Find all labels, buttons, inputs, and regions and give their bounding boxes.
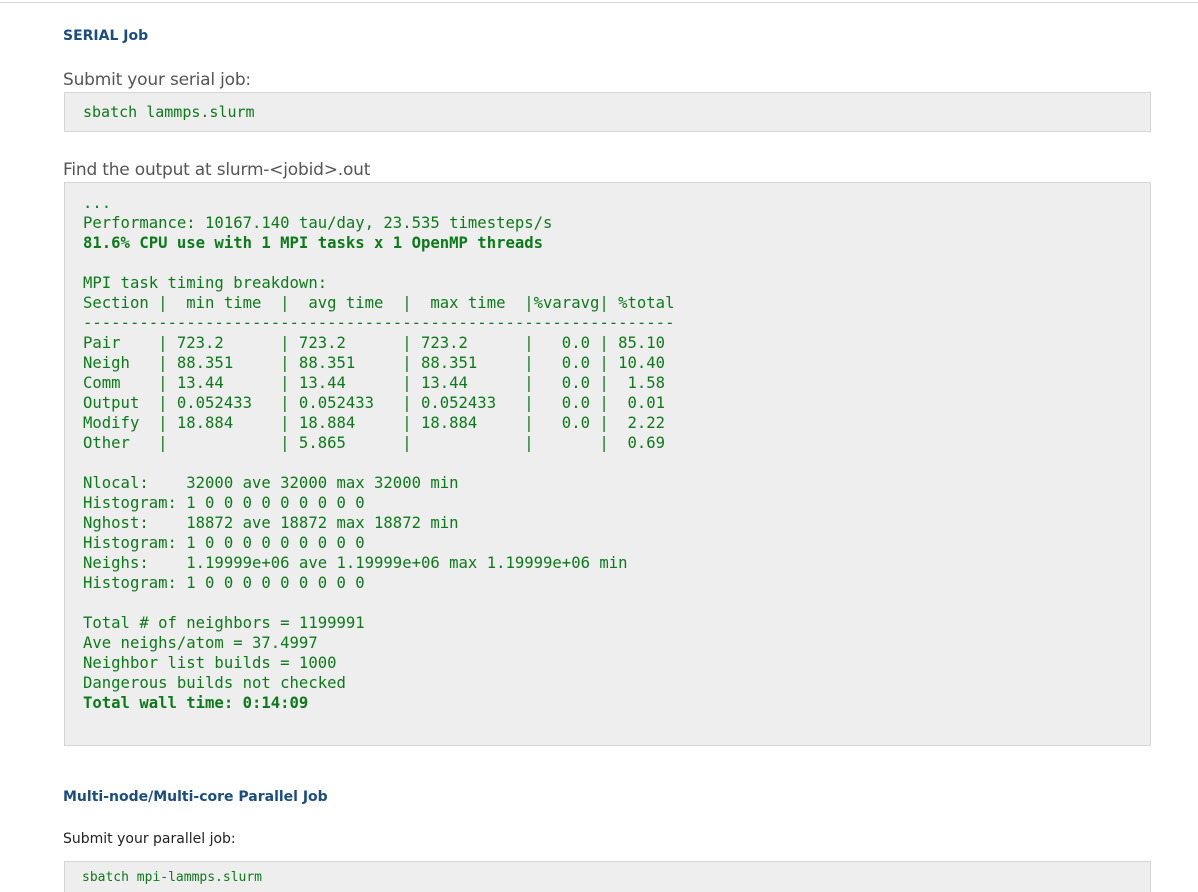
output-line: Ave neighs/atom = 37.4997 (83, 634, 318, 652)
output-line: Pair | 723.2 | 723.2 | 723.2 | 0.0 | 85.… (83, 334, 666, 352)
output-line: Histogram: 1 0 0 0 0 0 0 0 0 0 (83, 494, 365, 512)
parallel-submit-text: Submit your parallel job: (63, 831, 236, 847)
output-line: Section | min time | avg time | max time… (83, 294, 675, 312)
serial-submit-text: Submit your serial job: (63, 70, 251, 90)
output-line: Neighs: 1.19999e+06 ave 1.19999e+06 max … (83, 554, 628, 572)
output-line: Other | | 5.865 | | | 0.69 (83, 434, 666, 452)
output-line: ... (83, 194, 112, 212)
output-line: Total # of neighbors = 1199991 (83, 614, 365, 632)
parallel-submit-command[interactable]: sbatch mpi-lammps.slurm (64, 861, 1151, 892)
output-line: Performance: 10167.140 tau/day, 23.535 t… (83, 214, 553, 232)
output-line: 81.6% CPU use with 1 MPI tasks x 1 OpenM… (83, 234, 544, 252)
serial-output-text: Find the output at slurm-<jobid>.out (63, 160, 371, 180)
serial-job-heading: SERIAL Job (63, 28, 149, 44)
output-line: Nlocal: 32000 ave 32000 max 32000 min (83, 474, 459, 492)
serial-output-block[interactable]: ... Performance: 10167.140 tau/day, 23.53… (64, 182, 1151, 746)
output-line: Histogram: 1 0 0 0 0 0 0 0 0 0 (83, 574, 365, 592)
output-line: Neigh | 88.351 | 88.351 | 88.351 | 0.0 |… (83, 354, 666, 372)
output-line: Dangerous builds not checked (83, 674, 346, 692)
output-line: Neighbor list builds = 1000 (83, 654, 337, 672)
output-line: Comm | 13.44 | 13.44 | 13.44 | 0.0 | 1.5… (83, 374, 666, 392)
output-line: MPI task timing breakdown: (83, 274, 328, 292)
output-line: Total wall time: 0:14:09 (83, 694, 309, 712)
output-line: Histogram: 1 0 0 0 0 0 0 0 0 0 (83, 534, 365, 552)
output-line: Nghost: 18872 ave 18872 max 18872 min (83, 514, 459, 532)
output-line: Modify | 18.884 | 18.884 | 18.884 | 0.0 … (83, 414, 666, 432)
output-line: ----------------------------------------… (83, 314, 675, 332)
parallel-job-heading: Multi-node/Multi-core Parallel Job (63, 789, 328, 805)
output-line: Output | 0.052433 | 0.052433 | 0.052433 … (83, 394, 666, 412)
top-divider (0, 2, 1198, 3)
serial-submit-command[interactable]: sbatch lammps.slurm (64, 92, 1151, 132)
